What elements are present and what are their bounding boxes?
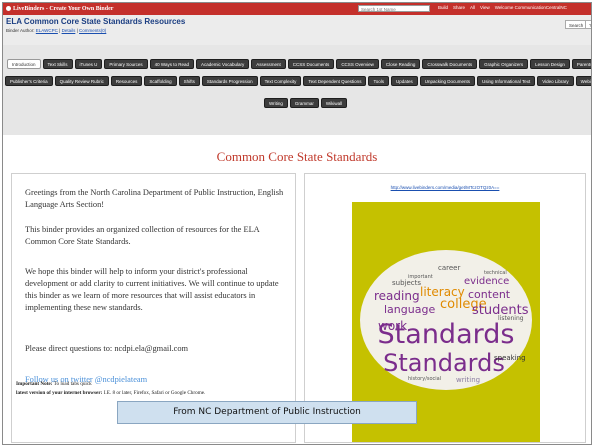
tab-grammar[interactable]: Grammar — [289, 98, 319, 108]
tab-updates[interactable]: Updates — [390, 76, 418, 86]
tab-using-informational-text[interactable]: Using Informational Text — [477, 76, 536, 86]
wordcloud-source-link[interactable]: http://www.livebinders.com/media/get/MTc… — [305, 185, 585, 190]
tab-40-ways-to-read[interactable]: 40 Ways to Read — [149, 59, 194, 69]
tab-tools[interactable]: Tools — [368, 76, 389, 86]
tab-ccss-documents[interactable]: CCSS Documents — [287, 59, 335, 69]
tab-row-3: Writing Grammar Wikiwall — [264, 98, 348, 108]
word-technical: technical — [484, 270, 507, 276]
comments-link[interactable]: Comments(0) — [79, 28, 106, 33]
tab-unpacking-documents[interactable]: Unpacking Documents — [419, 76, 476, 86]
tab-text-skills[interactable]: Text Skills — [42, 59, 73, 69]
intro-paragraph-greeting: Greetings from the North Carolina Depart… — [25, 188, 284, 209]
tab-resources[interactable]: Resources — [110, 76, 143, 86]
word-speaking: speaking — [494, 354, 526, 362]
word-listening: listening — [498, 315, 524, 322]
binder-header: ELA Common Core State Standards Resource… — [3, 15, 591, 46]
details-link[interactable]: Details — [62, 28, 76, 33]
binder-content: Common Core State Standards Greetings fr… — [3, 136, 591, 444]
tab-quality-review-rubric[interactable]: Quality Review Rubric — [54, 76, 109, 86]
page-title: Common Core State Standards — [216, 149, 378, 164]
top-nav: Build Share All View Welcome Communicati… — [438, 5, 567, 10]
author-link[interactable]: ELAWCPC — [36, 28, 58, 33]
intro-paragraph-purpose: This binder provides an organized collec… — [25, 225, 260, 246]
word-career: career — [438, 264, 460, 272]
binder-meta: Binder Author: ELAWCPC | Details | Comme… — [6, 28, 106, 33]
word-content: content — [468, 288, 511, 301]
search-input[interactable]: Search 1st Name — [358, 5, 430, 12]
word-history-social: history/social — [408, 376, 441, 382]
contact-email-text: Please direct questions to: ncdpi.ela@gm… — [25, 344, 189, 353]
important-note-label: Important Note: — [16, 381, 53, 387]
topnav-welcome[interactable]: Welcome CommunicationCentralNC — [495, 5, 567, 10]
word-evidence: evidence — [464, 276, 509, 287]
tab-row-2: Publisher's Criteria Quality Review Rubr… — [5, 76, 591, 86]
tab-assessment[interactable]: Assessment — [251, 59, 286, 69]
brand-text: LiveBinders - Create Your Own Binder — [13, 6, 114, 12]
tab-webinars[interactable]: Webinars — [575, 76, 591, 86]
word-subjects: subjects — [392, 279, 421, 287]
tab-text-complexity[interactable]: Text Complexity — [259, 76, 302, 86]
word-reading: reading — [374, 289, 420, 303]
author-label: Binder Author: — [6, 28, 35, 33]
tab-graphic-organizers[interactable]: Graphic Organizers — [479, 59, 529, 69]
word-writing: writing — [456, 376, 480, 384]
tab-parents[interactable]: Parents — [571, 59, 591, 69]
tab-ccss-overview[interactable]: CCSS Overview — [336, 59, 379, 69]
word-standards-second: Standards — [383, 349, 505, 377]
topnav-view[interactable]: View — [480, 5, 490, 10]
tab-close-reading[interactable]: Close Reading — [380, 59, 421, 69]
app-topbar: LiveBinders - Create Your Own Binder Sea… — [3, 3, 591, 15]
livebinders-logo-icon — [6, 6, 11, 11]
tab-lesson-design[interactable]: Lesson Design — [530, 59, 570, 69]
binder-title: ELA Common Core State Standards Resource… — [6, 17, 186, 26]
intro-paragraph-hope: We hope this binder will help to inform … — [25, 267, 279, 312]
tab-academic-vocabulary[interactable]: Academic Vocabulary — [196, 59, 250, 69]
word-literacy: literacy — [420, 285, 465, 299]
tab-shifts[interactable]: Shifts — [178, 76, 200, 86]
source-caption: From NC Department of Public Instruction — [117, 401, 417, 424]
binder-search-button[interactable]: Search — [565, 20, 588, 29]
brand-logo[interactable]: LiveBinders - Create Your Own Binder — [6, 6, 113, 12]
browser-note-label: latest version of your internet browser: — [16, 390, 103, 396]
tab-row-1: Introduction Text Skills iTunes U Primar… — [7, 59, 591, 69]
topnav-all[interactable]: All — [470, 5, 475, 10]
word-important: important — [408, 274, 433, 280]
tab-writing[interactable]: Writing — [264, 98, 288, 108]
tab-introduction[interactable]: Introduction — [7, 59, 41, 69]
tab-wikiwall[interactable]: Wikiwall — [320, 98, 348, 108]
tab-scaffolding[interactable]: Scaffolding — [144, 76, 177, 86]
tab-itunes-u[interactable]: iTunes U — [74, 59, 103, 69]
tab-video-library[interactable]: Video Library — [537, 76, 574, 86]
tab-primary-sources[interactable]: Primary Sources — [104, 59, 148, 69]
topnav-build[interactable]: Build — [438, 5, 448, 10]
browser-note-text: I.E. 8 or later, Firefox, Safari or Goog… — [102, 390, 206, 396]
slide-frame: LiveBinders - Create Your Own Binder Sea… — [2, 2, 592, 445]
topnav-share[interactable]: Share — [453, 5, 465, 10]
important-note-text: To load tabs quick — [52, 381, 92, 387]
word-language: language — [384, 303, 435, 316]
tab-standards-progression[interactable]: Standards Progression — [201, 76, 258, 86]
tab-bar: Introduction Text Skills iTunes U Primar… — [3, 45, 591, 135]
important-note: Important Note: To load tabs quick lates… — [16, 380, 316, 398]
tab-crosswalk-documents[interactable]: Crosswalk Documents — [422, 59, 478, 69]
help-button[interactable]: ? — [585, 20, 591, 29]
word-work: work — [378, 319, 407, 333]
tab-text-dependent-questions[interactable]: Text Dependent Questions — [303, 76, 367, 86]
tab-publishers-criteria[interactable]: Publisher's Criteria — [5, 76, 53, 86]
